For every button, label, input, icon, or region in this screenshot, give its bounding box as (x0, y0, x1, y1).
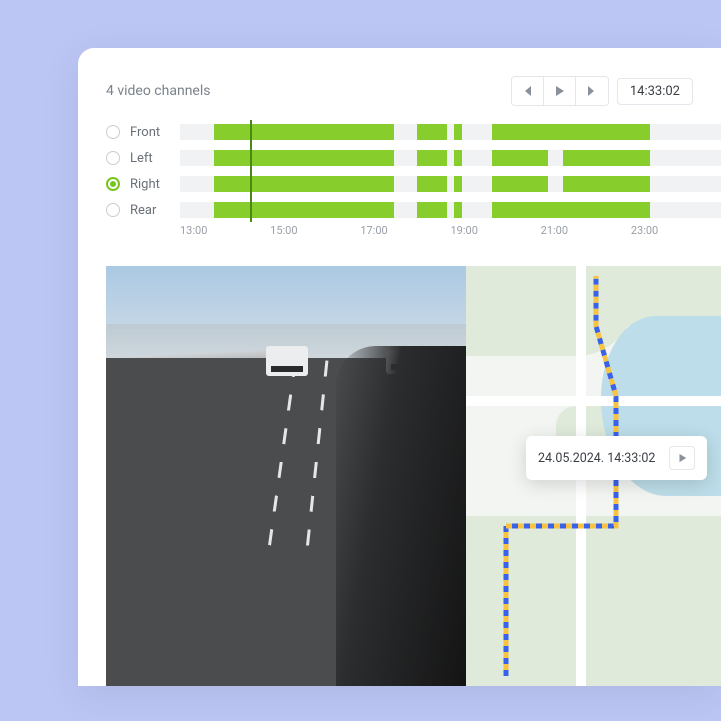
map-frame[interactable]: 24.05.2024. 14:33:02 (466, 266, 721, 686)
vehicle-icon (266, 346, 308, 376)
channel-radio[interactable] (106, 203, 120, 217)
channel-row: Front (106, 120, 721, 144)
skip-back-icon (521, 85, 533, 97)
popup-timestamp: 24.05.2024. 14:33:02 (538, 451, 655, 466)
map-popup: 24.05.2024. 14:33:02 (526, 436, 707, 480)
axis-tick: 15:00 (270, 224, 297, 237)
channel-timeline[interactable] (180, 124, 721, 140)
play-icon (677, 453, 687, 463)
axis-tick: 19:00 (451, 224, 478, 237)
channel-label: Rear (130, 203, 180, 218)
current-time[interactable]: 14:33:02 (617, 78, 693, 105)
video-telemetry-panel: 4 video channels 14:33:02 Front Left Right… (78, 48, 721, 686)
popup-play-button[interactable] (669, 446, 695, 470)
prev-button[interactable] (512, 77, 544, 105)
media-row: 24.05.2024. 14:33:02 (106, 266, 721, 686)
channel-timeline[interactable] (180, 202, 721, 218)
axis-tick: 23:00 (631, 224, 658, 237)
channel-row: Right (106, 172, 721, 196)
next-button[interactable] (576, 77, 608, 105)
channel-radio[interactable] (106, 151, 120, 165)
playback-controls: 14:33:02 (511, 76, 693, 106)
channel-timeline[interactable] (180, 176, 721, 192)
panel-title: 4 video channels (106, 83, 210, 99)
channel-label: Front (130, 125, 180, 140)
channel-radio[interactable] (106, 177, 120, 191)
play-button[interactable] (544, 77, 576, 105)
video-frame[interactable] (106, 266, 466, 686)
skip-forward-icon (586, 85, 598, 97)
channel-row: Rear (106, 198, 721, 222)
header-row: 4 video channels 14:33:02 (106, 76, 721, 106)
channel-timeline[interactable] (180, 150, 721, 166)
channel-list: Front Left Right Rear (106, 120, 721, 222)
axis-tick: 13:00 (180, 224, 207, 237)
channel-label: Right (130, 177, 180, 192)
channel-row: Left (106, 146, 721, 170)
channel-radio[interactable] (106, 125, 120, 139)
axis-tick: 17:00 (360, 224, 387, 237)
channel-label: Left (130, 151, 180, 166)
playhead[interactable] (250, 120, 252, 222)
timeline-axis: 13:0015:0017:0019:0021:0023:0001:00 (180, 224, 721, 242)
play-icon (553, 85, 565, 97)
axis-tick: 21:00 (541, 224, 568, 237)
